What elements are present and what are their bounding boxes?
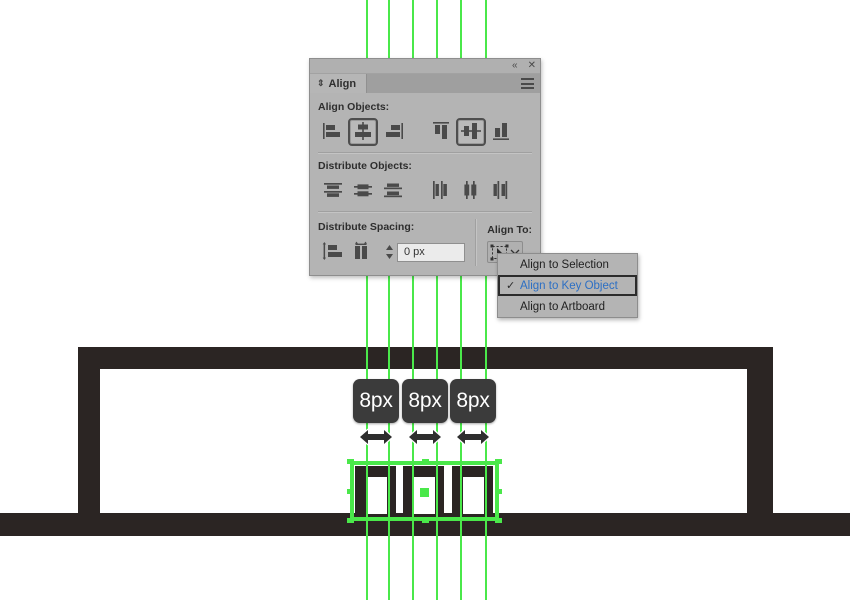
vertical-align-center-icon	[460, 121, 482, 144]
panel-body: Align Objects: Distribute Objects: Distr…	[310, 93, 540, 275]
vertical-distribute-space-button[interactable]	[318, 238, 348, 266]
vertical-distribute-bottom-button[interactable]	[378, 177, 408, 205]
menu-item-label: Align to Artboard	[520, 300, 606, 313]
align-objects-label: Align Objects:	[318, 101, 390, 113]
horizontal-distribute-right-icon	[490, 180, 512, 203]
spacing-badge-label: 8px	[408, 389, 442, 412]
menu-item-label: Align to Key Object	[520, 279, 618, 292]
spacing-badge-label: 8px	[456, 389, 490, 412]
horizontal-distribute-space-button[interactable]	[348, 238, 378, 266]
align-objects-buttons	[318, 118, 532, 146]
align-to-label: Align To:	[487, 224, 532, 236]
horizontal-align-left-button[interactable]	[318, 118, 348, 146]
vertical-distribute-center-button[interactable]	[348, 177, 378, 205]
selection-handle-2[interactable]	[347, 489, 354, 494]
horizontal-align-right-button[interactable]	[378, 118, 408, 146]
menu-item-1[interactable]: Align to Selection	[498, 254, 637, 275]
horizontal-distribute-left-button[interactable]	[426, 177, 456, 205]
panel-titlebar: « ✕	[310, 59, 540, 74]
collapse-icon[interactable]: «	[512, 61, 518, 71]
illustrator-canvas: 8px 8px 8px « ✕ ⇕ Align Align Objects: Dis…	[0, 0, 850, 600]
divider-2	[318, 211, 532, 213]
horizontal-distribute-space-icon	[352, 241, 374, 264]
vertical-distribute-top-icon	[322, 180, 344, 203]
distribute-spacing-buttons: 0 px	[318, 238, 467, 266]
selection-handle-8[interactable]	[495, 489, 502, 494]
horizontal-align-center-icon	[352, 121, 374, 144]
divider-1	[318, 152, 532, 154]
menu-item-label: Align to Selection	[520, 258, 609, 271]
distribute-objects-label: Distribute Objects:	[318, 160, 412, 172]
menu-item-2[interactable]: ✓ Align to Key Object	[498, 275, 637, 296]
selection-handle-4[interactable]	[421, 459, 429, 464]
horizontal-align-center-button[interactable]	[348, 118, 378, 146]
key-object-anchor	[420, 488, 429, 497]
selection-handle-7[interactable]	[495, 459, 502, 464]
spacing-value: 0 px	[404, 246, 425, 258]
spacing-arrow-3	[455, 427, 491, 447]
selection-handle-9[interactable]	[495, 518, 502, 523]
tab-align[interactable]: ⇕ Align	[310, 74, 368, 93]
horizontal-distribute-center-button[interactable]	[456, 177, 486, 205]
vertical-distribute-bottom-icon	[382, 180, 404, 203]
spacing-arrow-2	[407, 427, 443, 447]
vertical-distribute-top-button[interactable]	[318, 177, 348, 205]
spacing-stepper[interactable]	[384, 242, 395, 262]
vertical-align-bottom-icon	[490, 121, 512, 144]
horizontal-distribute-left-icon	[430, 180, 452, 203]
tab-align-label: Align	[328, 77, 357, 90]
menu-item-3[interactable]: Align to Artboard	[498, 296, 637, 317]
check-icon: ✓	[506, 280, 516, 292]
vertical-distribute-space-icon	[322, 241, 344, 264]
horizontal-distribute-right-button[interactable]	[486, 177, 516, 205]
spacing-input[interactable]: 0 px	[397, 242, 465, 262]
align-panel: « ✕ ⇕ Align Align Objects: Distribute Ob…	[309, 58, 541, 276]
panel-tab-row: ⇕ Align	[310, 74, 540, 93]
double-arrow-icon	[455, 428, 491, 446]
spacing-arrow-1	[358, 427, 394, 447]
horizontal-align-right-icon	[382, 121, 404, 144]
horizontal-align-left-icon	[322, 121, 344, 144]
selection-handle-1[interactable]	[347, 459, 354, 464]
panel-vertical-divider	[475, 219, 478, 266]
vertical-align-top-icon	[430, 121, 452, 144]
vertical-align-bottom-button[interactable]	[486, 118, 516, 146]
spacing-badge-label: 8px	[359, 389, 393, 412]
vertical-align-center-button[interactable]	[456, 118, 486, 146]
spacing-badge-3: 8px	[450, 379, 496, 423]
stepper-arrows-icon	[386, 245, 393, 259]
double-arrow-icon	[358, 428, 394, 446]
spacing-badge-2: 8px	[402, 379, 448, 423]
distribute-objects-buttons	[318, 177, 532, 205]
close-icon[interactable]: ✕	[528, 61, 536, 71]
horizontal-distribute-center-icon	[460, 180, 482, 203]
align-to-dropdown-menu[interactable]: Align to Selection ✓ Align to Key Object Al…	[497, 253, 638, 318]
spacing-badge-1: 8px	[353, 379, 399, 423]
selection-handle-3[interactable]	[347, 518, 354, 523]
double-arrow-icon	[407, 428, 443, 446]
panel-menu-icon[interactable]	[521, 78, 534, 89]
selection-handle-6[interactable]	[421, 518, 429, 523]
distribute-spacing-label: Distribute Spacing:	[318, 221, 415, 233]
vertical-distribute-center-icon	[352, 180, 374, 203]
panel-toggle-icon: ⇕	[317, 78, 325, 88]
vertical-align-top-button[interactable]	[426, 118, 456, 146]
